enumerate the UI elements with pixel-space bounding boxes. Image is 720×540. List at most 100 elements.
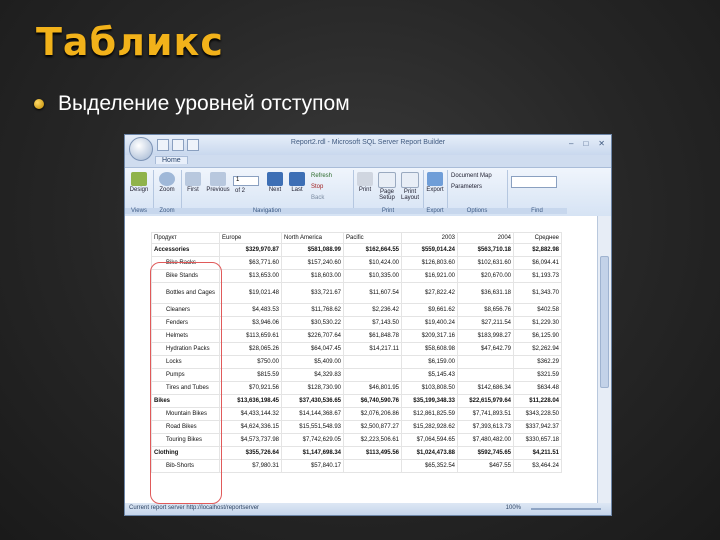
last-page-button[interactable]: Last xyxy=(287,172,307,193)
office-button-icon[interactable] xyxy=(129,137,153,161)
table-cell: $7,980.31 xyxy=(219,459,282,473)
table-cell: $1,147,698.34 xyxy=(281,446,344,460)
table-cell: $70,921.56 xyxy=(219,381,282,395)
stop-button[interactable]: Stop xyxy=(311,184,323,190)
indent-highlight xyxy=(150,262,222,504)
design-icon xyxy=(131,172,147,186)
table-cell: $64,047.45 xyxy=(281,342,344,356)
export-button[interactable]: Export xyxy=(425,172,445,193)
next-page-icon xyxy=(267,172,283,186)
table-cell: $592,745.65 xyxy=(457,446,514,460)
table-cell: $5,409.00 xyxy=(281,355,344,369)
refresh-button[interactable]: Refresh xyxy=(311,173,332,179)
table-cell xyxy=(343,459,402,473)
last-page-icon xyxy=(289,172,305,186)
zoom-level: 100% xyxy=(505,505,521,511)
table-cell: $1,024,473.88 xyxy=(401,446,458,460)
print-layout-label: Print Layout xyxy=(400,189,419,201)
first-page-icon xyxy=(185,172,201,186)
table-cell: $7,480,482.00 xyxy=(457,433,514,447)
table-cell xyxy=(457,368,514,382)
zoom-label: Zoom xyxy=(159,187,175,193)
table-cell: $330,657.18 xyxy=(513,433,562,447)
page-number-input[interactable]: 1 xyxy=(233,176,259,186)
table-cell: $8,656.76 xyxy=(457,303,514,317)
table-cell: $4,211.51 xyxy=(513,446,562,460)
views-group-label: Views xyxy=(125,208,153,214)
next-page-button[interactable]: Next xyxy=(265,172,285,193)
table-cell: $36,631.18 xyxy=(457,282,514,304)
table-cell: $9,661.62 xyxy=(401,303,458,317)
table-cell: $209,317.16 xyxy=(401,329,458,343)
table-cell: $6,094.41 xyxy=(513,256,562,270)
parameters-toggle[interactable]: Parameters xyxy=(451,184,482,190)
table-cell: $11,768.62 xyxy=(281,303,344,317)
table-cell: $22,615,979.64 xyxy=(457,394,514,408)
table-cell: $7,741,893.51 xyxy=(457,407,514,421)
table-cell: $343,228.50 xyxy=(513,407,562,421)
table-cell: $2,076,206.86 xyxy=(343,407,402,421)
table-cell: $126,803.60 xyxy=(401,256,458,270)
bullet-item: Выделение уровней отступом xyxy=(34,92,350,116)
zoom-button[interactable]: Zoom xyxy=(155,172,179,193)
table-cell: $183,998.27 xyxy=(457,329,514,343)
table-cell: $15,282,928.62 xyxy=(401,420,458,434)
export-group: Export Export xyxy=(423,170,448,214)
slide-title: Табликс xyxy=(36,20,224,64)
page-setup-button[interactable]: Page Setup xyxy=(376,172,398,201)
table-cell: $103,808.50 xyxy=(401,381,458,395)
table-cell: $27,822.42 xyxy=(401,282,458,304)
table-cell: $750.00 xyxy=(219,355,282,369)
previous-page-button[interactable]: Previous xyxy=(205,172,231,193)
print-layout-button[interactable]: Print Layout xyxy=(399,172,421,201)
table-cell: $113,659.61 xyxy=(219,329,282,343)
first-page-button[interactable]: First xyxy=(183,172,203,193)
table-cell: $14,144,368.67 xyxy=(281,407,344,421)
back-button[interactable]: Back xyxy=(311,195,324,201)
table-cell: $7,064,594.65 xyxy=(401,433,458,447)
close-icon[interactable]: ✕ xyxy=(598,139,605,148)
page-setup-label: Page Setup xyxy=(379,189,395,201)
export-icon xyxy=(427,172,443,186)
next-label: Next xyxy=(268,187,282,193)
table-cell: $19,021.48 xyxy=(219,282,282,304)
find-input[interactable] xyxy=(511,176,557,188)
table-cell: $4,573,737.98 xyxy=(219,433,282,447)
table-cell: $128,730.90 xyxy=(281,381,344,395)
column-header: Продукт xyxy=(151,232,220,244)
status-text: Current report server http://localhost/r… xyxy=(129,505,260,511)
table-cell: $226,707.64 xyxy=(281,329,344,343)
table-cell: $7,143.50 xyxy=(343,316,402,330)
table-cell: $634.48 xyxy=(513,381,562,395)
status-bar: Current report server http://localhost/r… xyxy=(125,503,611,515)
table-cell: $2,882.98 xyxy=(513,243,562,257)
tab-home[interactable]: Home xyxy=(155,156,188,164)
table-cell: $28,065.26 xyxy=(219,342,282,356)
print-group: Print Page Setup Print Layout Print xyxy=(353,170,424,214)
zoom-slider[interactable] xyxy=(531,508,601,510)
column-header: Europe xyxy=(219,232,282,244)
column-header: Среднее xyxy=(513,232,562,244)
ribbon-tabstrip: Home xyxy=(125,155,611,168)
minimize-icon[interactable]: – xyxy=(569,139,573,148)
table-cell: $7,393,613.73 xyxy=(457,420,514,434)
find-group-label: Find xyxy=(507,208,567,214)
table-cell: $6,159.00 xyxy=(401,355,458,369)
window-controls: – □ ✕ xyxy=(569,139,605,148)
previous-page-icon xyxy=(210,172,226,186)
scroll-thumb[interactable] xyxy=(600,256,609,388)
bullet-text: Выделение уровней отступом xyxy=(58,92,350,115)
design-button[interactable]: Design xyxy=(127,172,151,193)
maximize-icon[interactable]: □ xyxy=(583,139,588,148)
vertical-scrollbar[interactable] xyxy=(597,216,611,503)
document-map-toggle[interactable]: Document Map xyxy=(451,173,492,179)
table-cell: $581,088.99 xyxy=(281,243,344,257)
table-cell: $15,551,548.93 xyxy=(281,420,344,434)
table-cell: $58,608.98 xyxy=(401,342,458,356)
print-button[interactable]: Print xyxy=(355,172,375,193)
table-cell: $2,500,877.27 xyxy=(343,420,402,434)
table-cell: $5,145.43 xyxy=(401,368,458,382)
table-cell: $563,710.18 xyxy=(457,243,514,257)
table-cell xyxy=(343,355,402,369)
table-cell: $16,921.00 xyxy=(401,269,458,283)
